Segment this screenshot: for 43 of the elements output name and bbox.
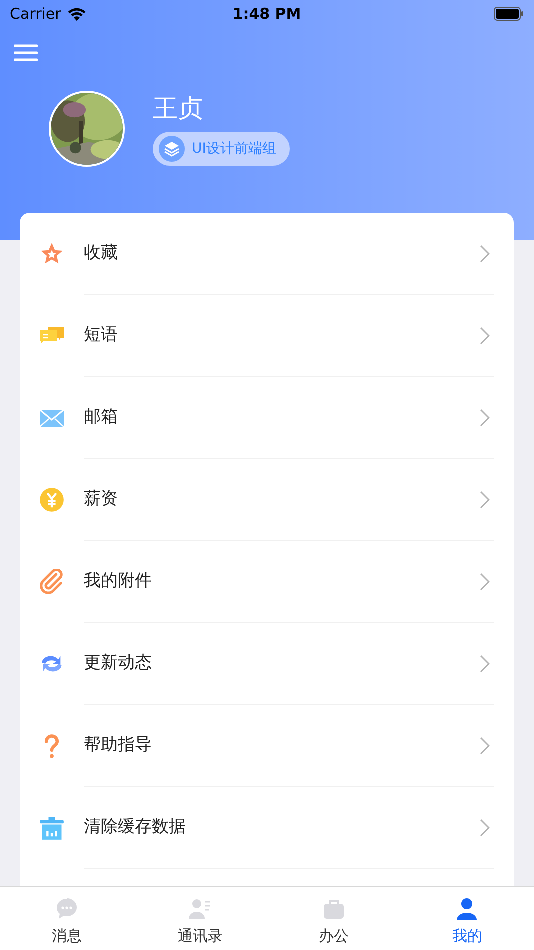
- chevron-right-icon: [480, 327, 490, 345]
- chevron-right-icon: [480, 819, 490, 837]
- menu-row[interactable]: 薪资: [20, 459, 514, 541]
- chevron-right-icon: [480, 655, 490, 673]
- menu-label: 更新动态: [84, 652, 153, 676]
- menu-label: 清除缓存数据: [84, 816, 187, 840]
- menu-label: 短语: [84, 324, 119, 348]
- wifi-icon: [67, 6, 88, 22]
- paperclip-icon: [39, 569, 65, 595]
- layers-icon: [159, 136, 185, 162]
- briefcase-icon: [322, 897, 346, 921]
- menu-label: 我的附件: [84, 570, 153, 594]
- yen-coin-icon: [39, 487, 65, 513]
- menu-label: 帮助指导: [84, 734, 153, 758]
- contacts-icon: [188, 897, 212, 921]
- chevron-right-icon: [480, 573, 490, 591]
- menu-label: 收藏: [84, 242, 119, 266]
- chevron-right-icon: [480, 409, 490, 427]
- chat-bubble-icon: [54, 897, 79, 921]
- chevron-right-icon: [480, 737, 490, 755]
- clock-text: 1:48 PM: [232, 4, 302, 25]
- tab[interactable]: 我的: [400, 887, 534, 950]
- trash-bin-icon: [39, 815, 65, 841]
- menu-label: 邮箱: [84, 406, 119, 430]
- menu-icon[interactable]: [14, 44, 38, 62]
- menu-row[interactable]: 清除缓存数据: [20, 787, 514, 869]
- tab[interactable]: 消息: [0, 887, 134, 950]
- battery-icon: [494, 7, 524, 21]
- menu-row[interactable]: 邮箱: [20, 377, 514, 459]
- menu-row[interactable]: 我的附件: [20, 541, 514, 623]
- department-text: UI设计前端组: [192, 140, 276, 158]
- menu-label: 薪资: [84, 488, 119, 512]
- tab[interactable]: 办公: [267, 887, 400, 950]
- menu-row[interactable]: 帮助指导: [20, 705, 514, 787]
- person-icon: [455, 897, 480, 921]
- menu-row[interactable]: 短语: [20, 295, 514, 377]
- tab[interactable]: 通讯录: [134, 887, 267, 950]
- user-name: 王贞: [153, 93, 204, 125]
- menu-row[interactable]: 收藏: [20, 213, 514, 295]
- menu-row[interactable]: 更新动态: [20, 623, 514, 705]
- chevron-right-icon: [480, 491, 490, 509]
- carrier-text: Carrier: [10, 4, 62, 25]
- chevron-right-icon: [480, 245, 490, 263]
